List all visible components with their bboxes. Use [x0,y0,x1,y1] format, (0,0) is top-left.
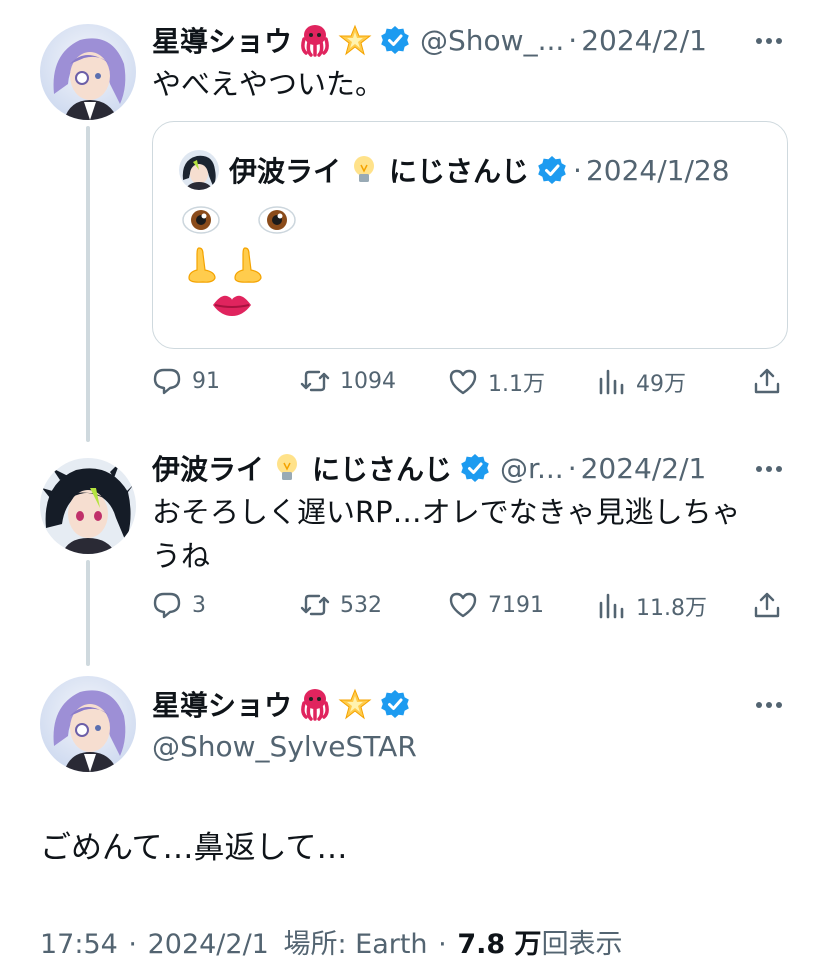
heart-icon [449,369,477,395]
verified-badge-icon[interactable] [537,155,567,185]
thread-connector-1 [86,126,90,442]
quote-avatar[interactable] [179,150,219,190]
tweet-text: おそろしく遅いRP…オレでなきゃ見逃しちゃ うね [152,490,741,578]
like-count: 1.1万 [488,372,545,397]
repost-icon [300,370,330,392]
share-icon [754,368,780,394]
light-bulb-emoji-icon [270,451,304,485]
views-count: 11.8万 [636,596,707,621]
quoted-tweet-card[interactable]: 伊波ライ にじさんじ · 2024/1/28 [152,121,788,349]
views-count: 49万 [636,372,686,397]
tweet-text: やべえやついた。 [152,67,385,101]
repost-button[interactable]: 532 [300,590,382,620]
glowing-star-emoji-icon [338,687,372,721]
lips-emoji-icon [213,295,251,316]
display-name[interactable]: 星導ショウ [152,684,292,724]
tweet2-action-bar: 3 532 7191 11.8万 [152,590,788,630]
handle[interactable]: @Show_SylveSTAR [152,730,417,763]
heart-icon [449,592,477,618]
reply-count: 91 [192,368,220,394]
handle[interactable]: @r... [500,452,564,485]
share-button[interactable] [752,366,782,396]
reply-count: 3 [192,592,206,618]
handle[interactable]: @Show_... [420,24,564,57]
views-chart-icon [599,593,624,619]
nose-emoji-icon [234,247,262,283]
affiliation: にじさんじ [312,453,453,486]
tweet-text-line: うね [152,539,211,573]
octopus-emoji-icon [298,23,332,57]
like-button[interactable]: 1.1万 [448,366,545,398]
quote-date[interactable]: 2024/1/28 [586,154,730,187]
octopus-emoji-icon [298,687,332,721]
more-options-icon[interactable] [754,26,784,56]
separator: · [567,451,577,485]
tweet-location: 場所: Earth [283,929,428,960]
like-count: 7191 [488,592,544,618]
reply-icon [153,368,181,395]
views-label: 回表示 [541,929,623,960]
separator: · [568,23,578,57]
avatar-show[interactable] [40,24,136,120]
eye-emoji-icon [258,206,296,234]
views-button[interactable]: 49万 [596,366,686,398]
reply-button[interactable]: 91 [152,366,220,396]
views-count: 7.8 万 [457,929,542,960]
eye-emoji-icon [182,206,220,234]
more-options-icon[interactable] [754,690,784,720]
verified-badge-icon[interactable] [460,453,490,483]
tweet-metadata: 17:54 · 2024/2/1 場所: Earth · 7.8 万回表示 [40,922,623,961]
separator: · [128,929,137,960]
thread-connector-2 [86,560,90,666]
views-button[interactable]: 11.8万 [596,590,707,622]
tweet-time[interactable]: 17:54 [40,929,118,960]
repost-count: 532 [340,592,382,618]
quote-affiliation: にじさんじ [389,155,530,188]
verified-badge-icon[interactable] [380,689,410,719]
light-bulb-emoji-icon [347,153,381,187]
share-button[interactable] [752,590,782,620]
quote-display-name[interactable]: 伊波ライ [229,150,341,190]
like-button[interactable]: 7191 [448,590,544,620]
main-tweet-text: ごめんて…鼻返して… [40,830,348,866]
tweet-date[interactable]: 2024/2/1 [148,929,269,960]
repost-icon [300,594,330,616]
repost-count: 1094 [340,368,396,394]
reply-icon [153,592,181,619]
share-icon [754,592,780,618]
display-name[interactable]: 伊波ライ [152,448,264,488]
avatar-show[interactable] [40,676,136,772]
tweet1-action-bar: 91 1094 1.1万 49万 [152,366,788,406]
tweet-date[interactable]: 2024/2/1 [581,452,707,485]
nose-emoji-icon [188,247,216,283]
reply-button[interactable]: 3 [152,590,206,620]
tweet-text-line: おそろしく遅いRP…オレでなきゃ見逃しちゃ [152,495,741,529]
views-chart-icon [599,369,624,395]
display-name[interactable]: 星導ショウ [152,20,292,60]
glowing-star-emoji-icon [338,23,372,57]
more-options-icon[interactable] [754,454,784,484]
verified-badge-icon[interactable] [380,25,410,55]
repost-button[interactable]: 1094 [300,366,396,396]
avatar-rai[interactable] [40,458,136,554]
separator: · [573,153,582,187]
separator: · [438,929,447,960]
tweet-date[interactable]: 2024/2/1 [581,24,707,57]
